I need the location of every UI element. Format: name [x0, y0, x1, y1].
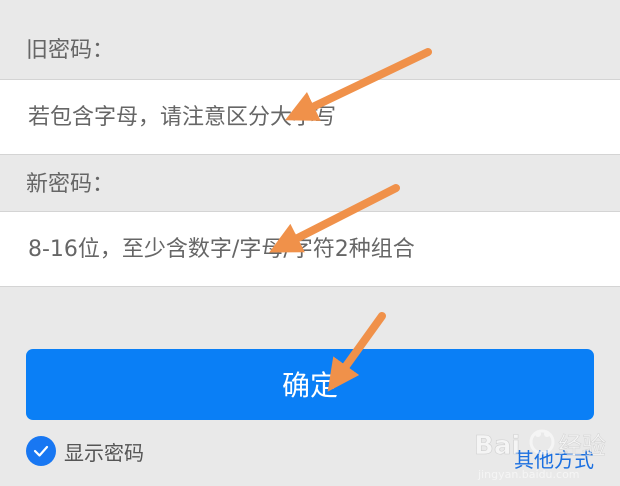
old-password-input[interactable] — [26, 80, 600, 154]
old-password-field — [0, 79, 620, 155]
svg-text:jingyan.baidu.com: jingyan.baidu.com — [477, 468, 580, 481]
old-password-label: 旧密码： — [26, 38, 115, 63]
show-password-toggle[interactable]: 显示密码 — [26, 436, 144, 466]
svg-text:Bai: Bai — [474, 431, 520, 461]
show-password-label: 显示密码 — [64, 440, 144, 465]
confirm-button[interactable]: 确定 — [26, 349, 594, 420]
checkmark-icon[interactable] — [26, 436, 56, 466]
new-password-field — [0, 211, 620, 287]
new-password-label: 新密码： — [26, 172, 115, 197]
svg-text:经验: 经验 — [558, 432, 606, 460]
new-password-input[interactable] — [26, 212, 600, 286]
baidu-jingyan-watermark: Bai 经验 jingyan.baidu.com — [474, 429, 606, 481]
